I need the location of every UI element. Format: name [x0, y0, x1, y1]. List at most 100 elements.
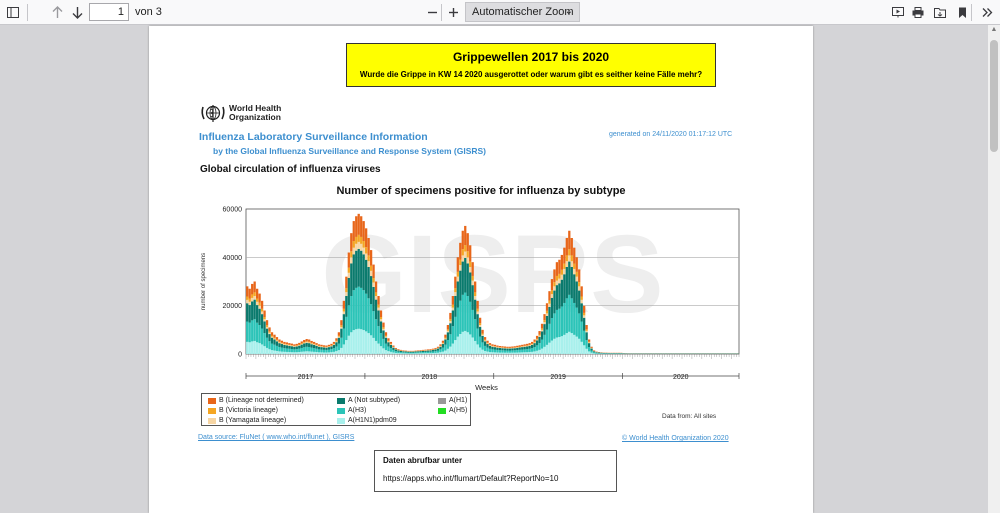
bar-segment	[459, 242, 462, 260]
bar-segment	[330, 346, 333, 350]
bar-segment	[563, 302, 566, 335]
bar-segment	[508, 346, 511, 348]
bar-segment	[382, 322, 385, 328]
bar-segment	[553, 313, 556, 339]
report-title: Influenza Laboratory Surveillance Inform…	[199, 131, 428, 143]
zoom-out-icon[interactable]	[422, 3, 442, 22]
legend-swatch	[208, 407, 216, 414]
bar-segment	[320, 344, 323, 347]
bar-segment	[347, 305, 350, 336]
presentation-mode-icon[interactable]	[888, 3, 908, 22]
bar-segment	[545, 344, 549, 354]
bar-segment	[461, 294, 464, 332]
bar-segment	[305, 351, 308, 354]
bar-segment	[362, 254, 365, 291]
scroll-up-arrow-icon[interactable]: ▲	[988, 26, 1000, 36]
bar-segment	[379, 321, 383, 334]
bar-segment	[260, 328, 264, 345]
bar-segment	[568, 331, 571, 354]
bar-segment	[317, 349, 321, 353]
print-icon[interactable]	[908, 3, 928, 22]
tools-menu-icon[interactable]	[977, 3, 997, 22]
bar-segment	[434, 349, 437, 352]
report-subtitle: by the Global Influenza Surveillance and…	[213, 146, 487, 156]
bar-segment	[476, 308, 479, 312]
zoom-select[interactable]: Automatischer Zoom ⌄	[465, 2, 580, 22]
bar-segment	[367, 267, 370, 299]
bar-segment	[379, 346, 383, 354]
bar-segment	[466, 257, 469, 264]
bar-segment	[377, 343, 380, 354]
bar-segment	[483, 341, 487, 346]
bar-segment	[280, 340, 284, 343]
bar-segment	[476, 344, 479, 354]
bar-segment	[535, 345, 539, 351]
copyright-link[interactable]: © World Health Organization 2020	[622, 435, 729, 442]
previous-page-icon[interactable]	[47, 3, 67, 22]
data-source-link[interactable]: Data source: FluNet ( www.who.int/flunet…	[198, 434, 354, 441]
zoom-in-icon[interactable]	[443, 3, 463, 22]
year-label: 2019	[550, 374, 566, 381]
bar-segment	[362, 221, 365, 242]
bar-segment	[592, 353, 596, 354]
y-tick-label: 40000	[223, 255, 243, 262]
bar-segment	[342, 314, 345, 329]
legend-item: A(H3)	[337, 407, 366, 414]
bar-segment	[342, 344, 345, 354]
bar-segment	[592, 350, 596, 351]
bar-segment	[355, 216, 358, 237]
bar-segment	[540, 331, 544, 340]
x-axis-label: Weeks	[475, 383, 498, 392]
legend-label: B (Yamagata lineage)	[219, 417, 287, 424]
bar-segment	[357, 234, 360, 242]
bar-segment	[337, 350, 341, 354]
bar-segment	[347, 335, 350, 354]
bar-segment	[367, 261, 370, 267]
bar-segment	[421, 352, 425, 354]
bar-segment	[335, 346, 338, 352]
bar-segment	[545, 329, 549, 345]
bar-segment	[451, 304, 455, 308]
bar-segment	[275, 339, 279, 341]
bar-segment	[374, 296, 378, 300]
bar-segment	[538, 342, 541, 350]
sidebar-toggle-icon[interactable]	[3, 3, 23, 22]
bar-segment	[469, 245, 472, 262]
bar-segment	[568, 230, 571, 250]
bar-segment	[506, 350, 509, 353]
bar-segment	[476, 300, 479, 309]
bar-segment	[374, 340, 378, 354]
bar-segment	[558, 278, 561, 284]
bar-segment	[337, 336, 341, 338]
bar-segment	[352, 254, 355, 291]
bar-segment	[456, 257, 459, 272]
bar-segment	[578, 313, 581, 339]
bar-segment	[563, 334, 566, 354]
bar-segment	[478, 325, 482, 327]
bar-segment	[481, 329, 484, 334]
bar-segment	[446, 340, 450, 349]
bar-segment	[439, 349, 442, 353]
bar-segment	[263, 321, 266, 334]
page-number-input[interactable]	[89, 3, 129, 21]
bar-segment	[360, 216, 363, 237]
bar-segment	[303, 342, 306, 343]
bar-segment	[345, 276, 348, 289]
bar-segment	[441, 344, 445, 348]
bar-segment	[303, 351, 306, 354]
bookmark-icon[interactable]	[952, 3, 972, 22]
toolbar-separator	[441, 4, 442, 21]
bar-segment	[434, 347, 437, 349]
bar-segment	[454, 316, 457, 341]
next-page-icon[interactable]	[67, 3, 87, 22]
bar-segment	[590, 350, 593, 353]
y-tick-label: 60000	[223, 207, 243, 214]
scrollbar-thumb[interactable]	[990, 40, 998, 152]
save-icon[interactable]	[930, 3, 950, 22]
bar-segment	[352, 221, 355, 242]
bar-segment	[521, 344, 524, 347]
bar-segment	[580, 286, 583, 297]
bar-segment	[496, 352, 499, 354]
bar-segment	[516, 352, 519, 354]
bar-segment	[300, 351, 303, 354]
